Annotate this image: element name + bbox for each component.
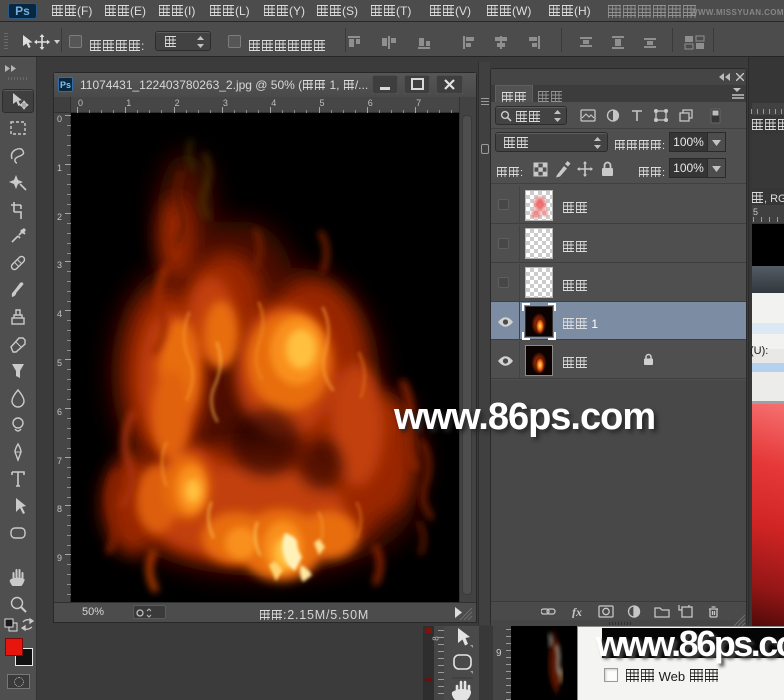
svg-text:fx: fx xyxy=(572,605,582,618)
